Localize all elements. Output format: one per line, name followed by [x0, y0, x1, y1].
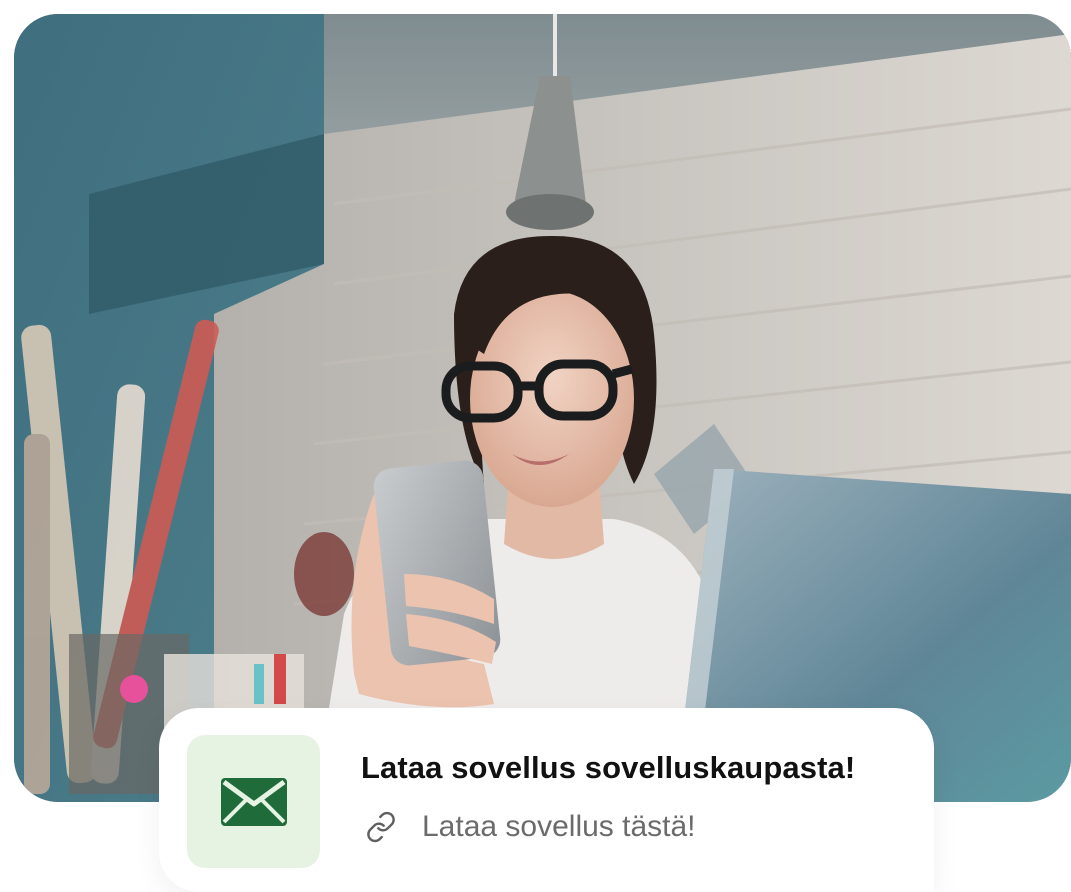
app-download-banner: Lataa sovellus sovelluskaupasta! Lataa s…: [0, 0, 1071, 892]
hero-photo-illustration: [14, 14, 1071, 802]
card-title: Lataa sovellus sovelluskaupasta!: [361, 750, 856, 785]
download-app-card: Lataa sovellus sovelluskaupasta! Lataa s…: [159, 708, 934, 892]
mail-icon: [220, 777, 287, 826]
download-link[interactable]: Lataa sovellus tästä!: [364, 810, 696, 844]
mail-icon-tile: [187, 735, 320, 868]
link-icon: [364, 810, 398, 844]
download-link-label[interactable]: Lataa sovellus tästä!: [422, 810, 696, 844]
hero-photo: [14, 14, 1071, 802]
